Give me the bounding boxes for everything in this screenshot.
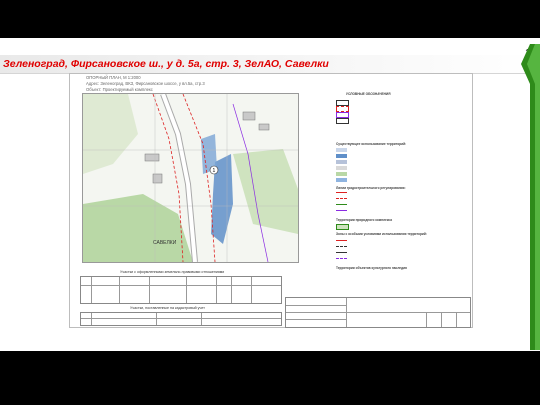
map-building <box>144 153 160 162</box>
legend-swatch <box>336 178 347 182</box>
top-black-bar <box>0 0 540 38</box>
map-drawing: 1 САВЕЛКИ <box>83 94 298 262</box>
bottom-black-bar <box>0 351 540 405</box>
legend-swatch <box>336 160 347 164</box>
legend-section-use: Существующее использование территорий: <box>336 142 407 146</box>
table2-caption: Участки, поставленные на кадастровый уче… <box>130 306 205 310</box>
map-header-object: Объект: Проектируемый комплекс <box>86 87 153 92</box>
table1 <box>80 276 282 304</box>
legend-swatch <box>336 118 349 124</box>
map-district-label: САВЕЛКИ <box>153 240 177 246</box>
legend-section-culture: Территории объектов культурного наследия <box>336 266 407 270</box>
legend-section-regulation: Линии градостроительного регулирования: <box>336 186 406 190</box>
legend-section-protected: Территории природного комплекса <box>336 218 392 222</box>
legend-swatch <box>336 172 347 176</box>
legend-swatch <box>336 246 347 247</box>
legend-swatch <box>336 258 347 259</box>
map-building <box>258 123 270 131</box>
map-site-marker-label: 1 <box>213 168 216 174</box>
legend-swatch <box>336 192 347 193</box>
table2 <box>80 312 282 326</box>
legend-swatch <box>336 154 347 158</box>
table1-caption: Участки с оформленными земельно-правовым… <box>120 270 225 274</box>
map-header-address: Адрес: Зеленоград, ВКЗ, Фирсановское шос… <box>86 81 205 86</box>
legend-swatch <box>336 240 347 241</box>
legend-swatch <box>336 252 347 253</box>
map-header-title: ОПОРНЫЙ ПЛАН, М 1:2000 <box>86 75 141 80</box>
map-building <box>242 111 256 121</box>
map-building <box>152 173 163 184</box>
legend-swatch <box>336 210 347 211</box>
legend-swatch <box>336 198 347 199</box>
legend-swatch <box>336 224 349 230</box>
legend-swatch <box>336 148 347 152</box>
green-arrow-decoration <box>521 44 540 350</box>
site-map: 1 САВЕЛКИ <box>82 93 299 263</box>
legend-section-zones: Зоны с особыми условиями использования т… <box>336 232 427 236</box>
title-block-stamp <box>285 297 471 328</box>
legend-swatch <box>336 204 347 205</box>
legend-heading: УСЛОВНЫЕ ОБОЗНАЧЕНИЯ <box>346 92 391 96</box>
legend-panel: УСЛОВНЫЕ ОБОЗНАЧЕНИЯ Существующее исполь… <box>336 92 456 292</box>
slide-title: Зеленоград, Фирсановское ш., у д. 5а, ст… <box>3 58 329 70</box>
legend-swatch <box>336 166 347 170</box>
